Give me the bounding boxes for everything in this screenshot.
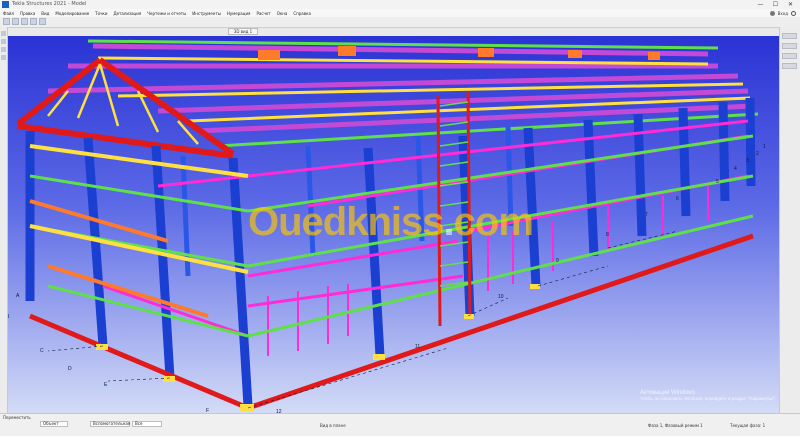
close-button[interactable]: ✕	[783, 0, 798, 9]
menu-right-area: Вход	[769, 9, 796, 17]
left-toolbar	[0, 27, 8, 413]
status-current-phase: Текущая фаза: 1	[730, 423, 766, 428]
grid-label-a: A	[16, 293, 20, 299]
grid-label-3: 3	[746, 158, 749, 164]
status-phase: Фаза 1, Фазовый режим 1	[648, 423, 703, 428]
menu-analysis[interactable]: Расчет	[253, 11, 273, 16]
view-tool-icon[interactable]	[1, 47, 6, 52]
side-pane-catalog-button[interactable]	[782, 43, 797, 49]
status-bar: Переместить Объект Вспомогательная Все В…	[0, 413, 800, 436]
menu-tools[interactable]: Инструменты	[189, 11, 224, 16]
watermark-tld: com	[453, 200, 534, 244]
grid-label-8: 8	[606, 232, 609, 238]
menu-help[interactable]: Справка	[290, 11, 314, 16]
menu-edit[interactable]: Правка	[17, 11, 38, 16]
status-view-mode: Вид в плане	[320, 423, 346, 428]
select-tool-icon[interactable]	[1, 31, 6, 36]
grid-label-1: 1	[763, 144, 766, 150]
menu-file[interactable]: Файл	[0, 11, 17, 16]
user-icon[interactable]	[769, 10, 775, 16]
select-filter-aux[interactable]: Вспомогательная	[90, 421, 130, 427]
menu-drawings[interactable]: Чертежи и отчеты	[144, 11, 189, 16]
measure-tool-icon[interactable]	[1, 55, 6, 60]
menu-windows[interactable]: Окна	[274, 11, 291, 16]
grid-label-10: 10	[498, 294, 504, 300]
grid-label-11: 11	[415, 344, 421, 350]
status-prompt: Переместить	[3, 415, 31, 420]
grid-label-2: 2	[756, 151, 759, 157]
toolbar	[0, 17, 800, 28]
new-model-icon[interactable]	[3, 18, 10, 25]
grid-label-b: B	[8, 314, 9, 320]
grid-label-e: E	[104, 382, 108, 388]
side-pane-applications-button[interactable]	[782, 53, 797, 59]
menu-modeling[interactable]: Моделирование	[52, 11, 92, 16]
side-pane-properties-button[interactable]	[782, 33, 797, 39]
watermark-dot: .	[443, 200, 455, 244]
undo-icon[interactable]	[30, 18, 37, 25]
menu-view[interactable]: Вид	[38, 11, 52, 16]
menu-points[interactable]: Точки	[92, 11, 110, 16]
search-icon[interactable]	[791, 10, 796, 16]
redo-icon[interactable]	[39, 18, 46, 25]
select-filter-object[interactable]: Объект	[40, 421, 68, 427]
app-icon	[2, 1, 9, 8]
maximize-button[interactable]: ☐	[768, 0, 783, 9]
activation-text: Чтобы активировать Windows, перейдите в …	[640, 396, 776, 401]
menu-detailing[interactable]: Детализация	[110, 11, 144, 16]
window-controls: — ☐ ✕	[753, 0, 798, 9]
snap-tool-icon[interactable]	[1, 39, 6, 44]
window-title: Tekla Structures 2021 - Model	[12, 1, 87, 7]
side-pane-views-button[interactable]	[782, 63, 797, 69]
grid-label-5: 5	[716, 179, 719, 185]
windows-activation-notice: Активация Windows Чтобы активировать Win…	[640, 390, 776, 401]
save-icon[interactable]	[21, 18, 28, 25]
tab-3d-view[interactable]: 3D вид 1	[228, 28, 258, 35]
menu-numbering[interactable]: Нумерация	[224, 11, 254, 16]
grid-label-9: 9	[556, 258, 559, 264]
side-pane	[779, 27, 800, 413]
grid-label-d: D	[68, 366, 72, 372]
grid-label-6: 6	[676, 196, 679, 202]
minimize-button[interactable]: —	[753, 0, 768, 9]
grid-label-7: 7	[645, 212, 648, 218]
sign-in-link[interactable]: Вход	[778, 11, 788, 16]
open-icon[interactable]	[12, 18, 19, 25]
watermark-brand: Ouedkniss	[248, 200, 445, 244]
ouedkniss-watermark: Ouedkniss.com	[248, 200, 534, 245]
select-filter-all[interactable]: Все	[132, 421, 162, 427]
grid-label-c: C	[40, 348, 44, 354]
grid-label-4: 4	[734, 166, 737, 172]
